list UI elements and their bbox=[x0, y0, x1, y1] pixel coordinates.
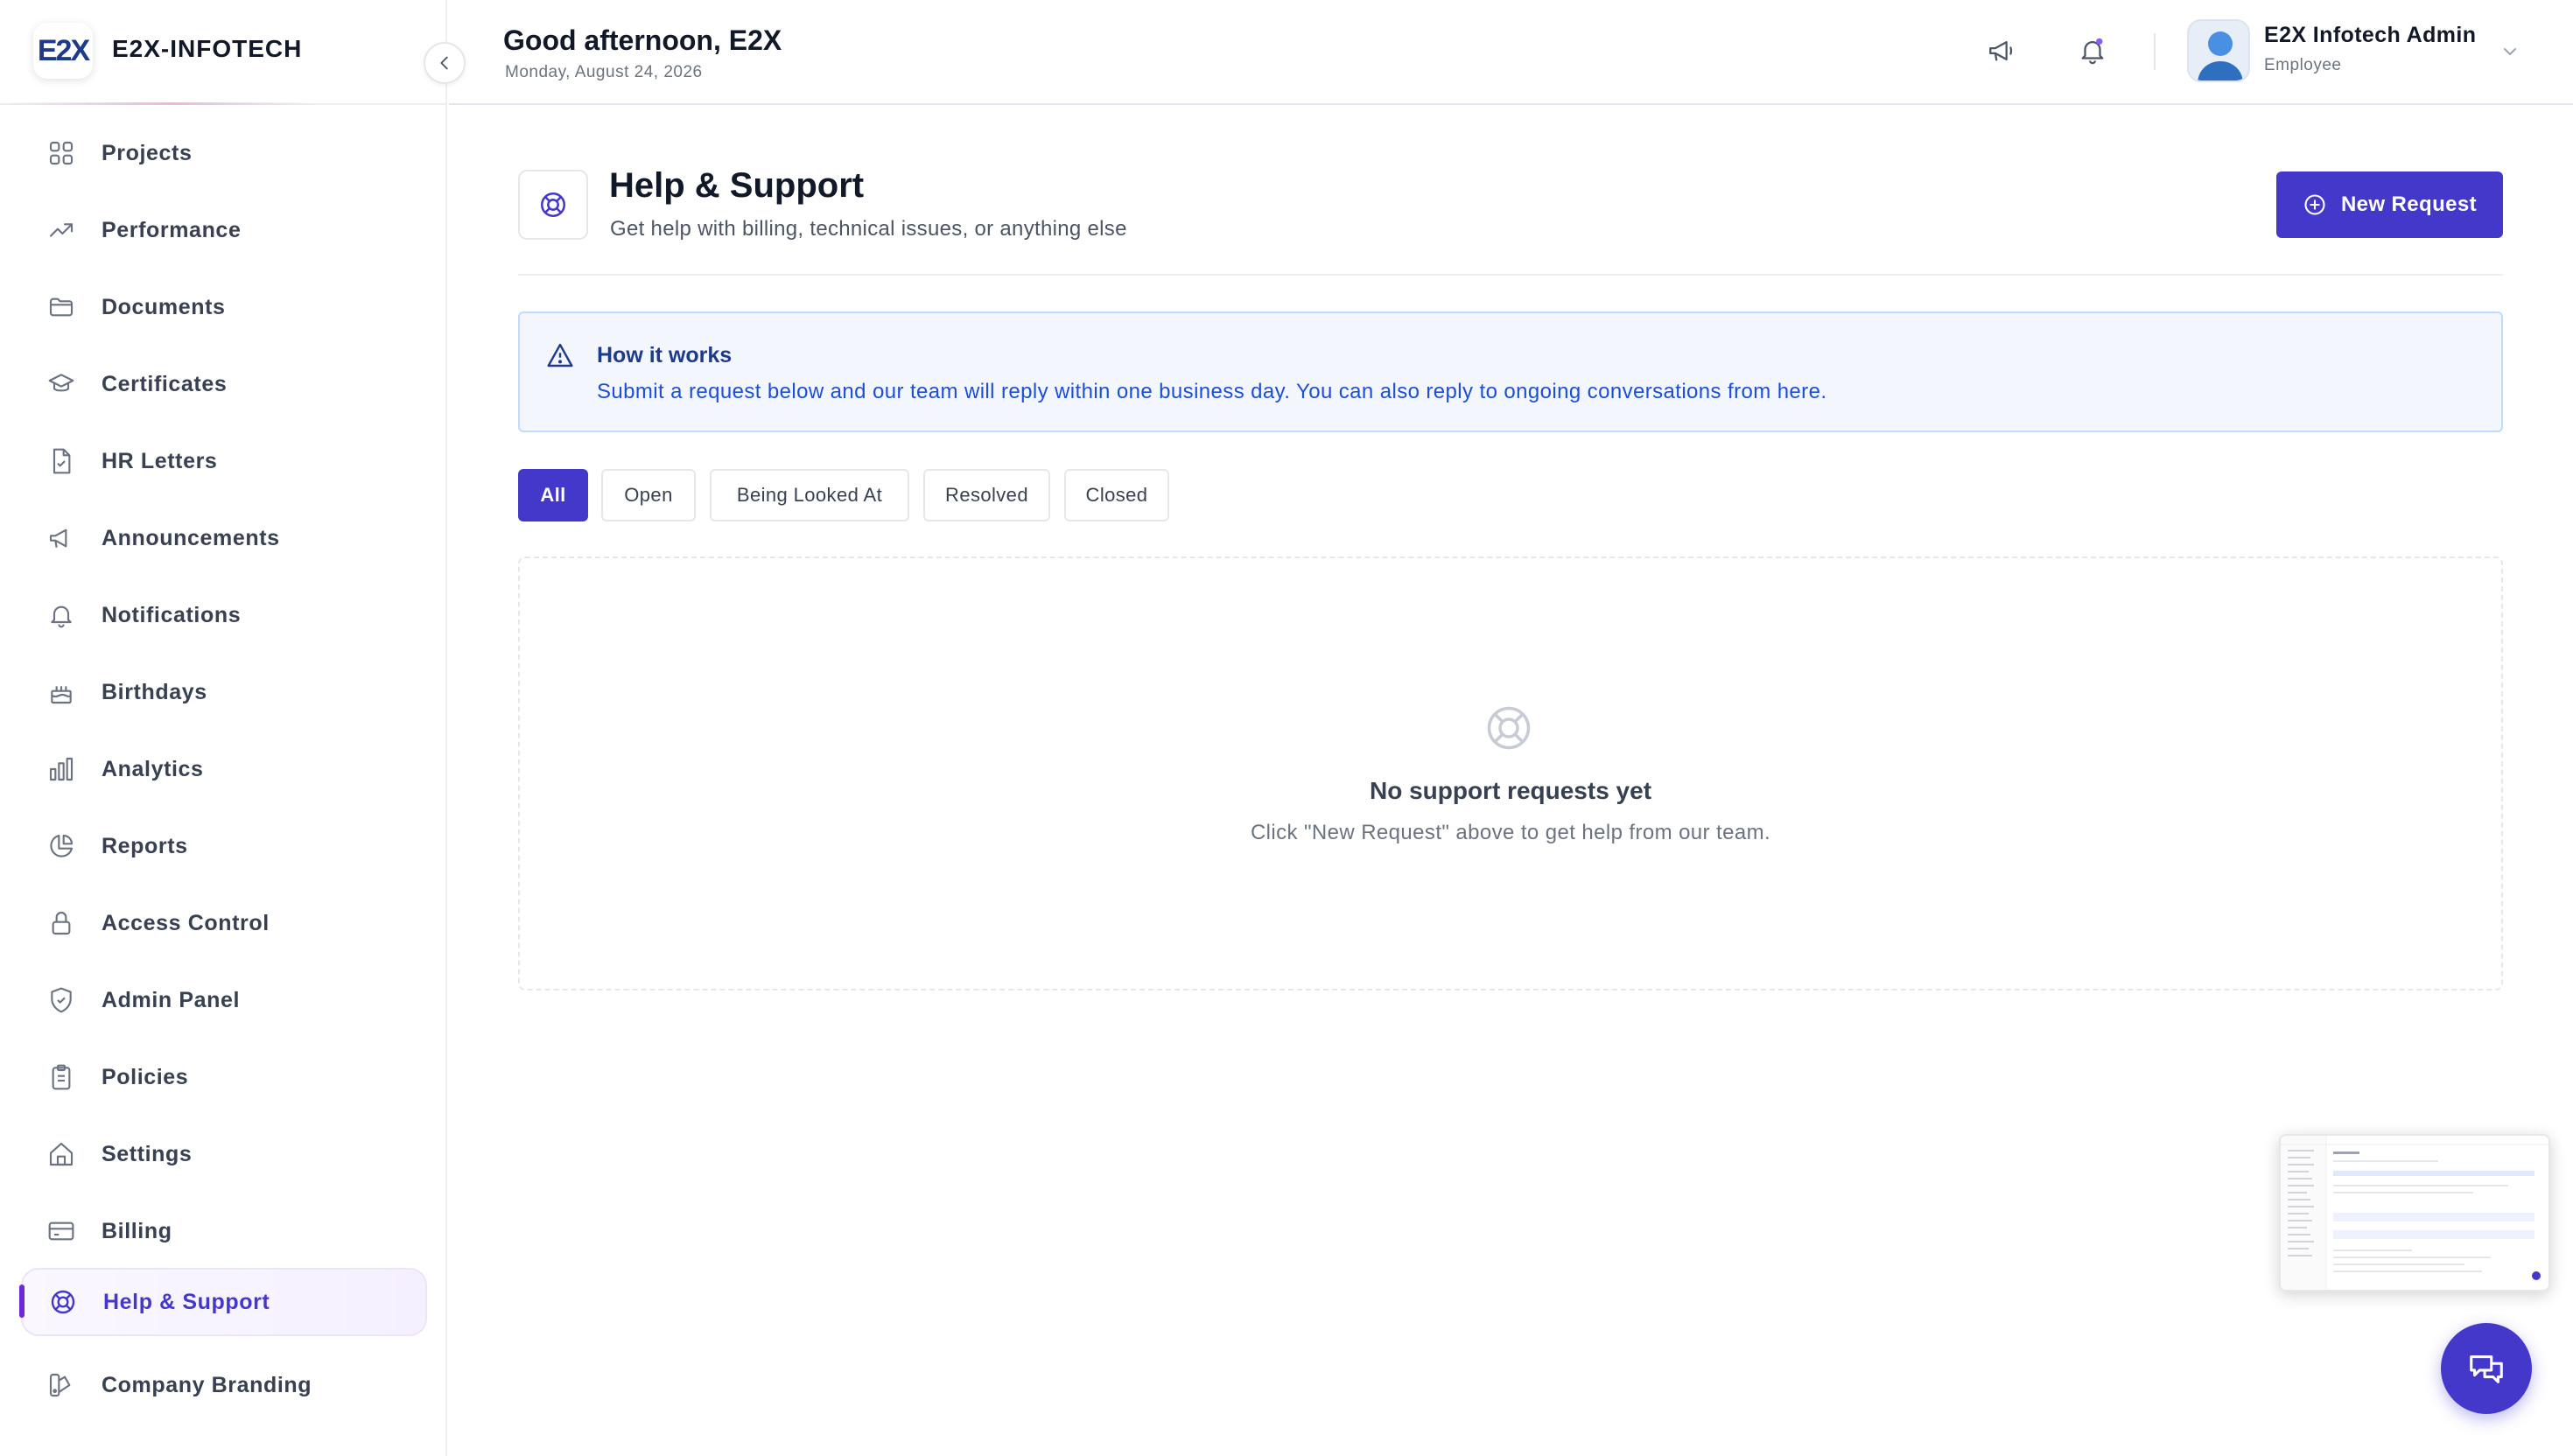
requests-empty-state: No support requests yet Click "New Reque… bbox=[518, 556, 2503, 990]
sidebar-item-label: Admin Panel bbox=[102, 987, 241, 1012]
tab-all[interactable]: All bbox=[518, 469, 588, 522]
active-nav-indicator bbox=[19, 1284, 25, 1318]
sidebar-item-notifications[interactable]: Notifications bbox=[21, 581, 427, 649]
sidebar-item-projects[interactable]: Projects bbox=[21, 119, 427, 187]
sidebar-item-company-branding[interactable]: Company Branding bbox=[21, 1351, 427, 1419]
sidebar-item-label: Reports bbox=[102, 833, 188, 858]
sidebar-item-settings[interactable]: Settings bbox=[21, 1120, 427, 1188]
sidebar-item-label: Analytics bbox=[102, 756, 204, 781]
sidebar-item-label: Performance bbox=[102, 217, 242, 242]
sidebar-item-label: Company Branding bbox=[102, 1372, 312, 1397]
company-logo[interactable]: E2X bbox=[33, 23, 93, 79]
avatar[interactable] bbox=[2187, 19, 2250, 82]
chevron-down-icon bbox=[2504, 48, 2516, 55]
sidebar-item-label: Policies bbox=[102, 1064, 189, 1089]
user-role: Employee bbox=[2264, 56, 2342, 74]
header-divider bbox=[2154, 33, 2156, 70]
bar-chart-icon bbox=[44, 752, 79, 787]
lock-icon bbox=[44, 906, 79, 941]
page-icon bbox=[518, 170, 588, 240]
life-buoy-icon bbox=[540, 192, 566, 218]
greeting: Good afternoon, E2X bbox=[503, 24, 782, 56]
chevron-left-icon bbox=[440, 56, 448, 70]
brand-header: E2X E2X-INFOTECH bbox=[0, 0, 447, 105]
top-header: Good afternoon, E2X Monday, August 24, 2… bbox=[449, 0, 2573, 105]
tab-closed[interactable]: Closed bbox=[1064, 469, 1169, 522]
tab-resolved[interactable]: Resolved bbox=[923, 469, 1050, 522]
user-menu-toggle[interactable] bbox=[2497, 38, 2523, 65]
chat-support-button[interactable] bbox=[2441, 1323, 2532, 1414]
banner-text: Submit a request below and our team will… bbox=[597, 380, 1827, 403]
sidebar-item-label: Certificates bbox=[102, 371, 228, 396]
bell-icon bbox=[2081, 38, 2104, 65]
sidebar-item-reports[interactable]: Reports bbox=[21, 812, 427, 880]
logo-text: E2X bbox=[37, 33, 90, 67]
new-request-button[interactable]: New Request bbox=[2276, 172, 2503, 238]
shield-check-icon bbox=[44, 983, 79, 1018]
user-avatar-icon bbox=[2198, 32, 2243, 80]
brand-divider bbox=[0, 102, 315, 105]
sidebar-item-certificates[interactable]: Certificates bbox=[21, 350, 427, 418]
sidebar-item-analytics[interactable]: Analytics bbox=[21, 735, 427, 803]
how-it-works-banner: How it works Submit a request below and … bbox=[518, 312, 2503, 432]
company-name: E2X-INFOTECH bbox=[112, 35, 303, 62]
thumbnail-image bbox=[2281, 1136, 2548, 1290]
tab-open[interactable]: Open bbox=[601, 469, 696, 522]
sidebar-item-policies[interactable]: Policies bbox=[21, 1043, 427, 1111]
clipboard-icon bbox=[44, 1060, 79, 1095]
current-date: Monday, August 24, 2026 bbox=[505, 63, 703, 81]
sidebar-item-help-support[interactable]: Help & Support bbox=[21, 1268, 427, 1336]
sidebar-item-announcements[interactable]: Announcements bbox=[21, 504, 427, 572]
sidebar-item-birthdays[interactable]: Birthdays bbox=[21, 658, 427, 726]
screenshot-preview-thumbnail[interactable] bbox=[2279, 1134, 2550, 1292]
sidebar-item-label: Documents bbox=[102, 294, 226, 319]
cake-icon bbox=[44, 675, 79, 710]
palette-icon bbox=[44, 1368, 79, 1403]
sidebar-item-label: Projects bbox=[102, 140, 193, 165]
announcements-button[interactable] bbox=[1981, 30, 2023, 72]
sidebar-item-hr-letters[interactable]: HR Letters bbox=[21, 427, 427, 495]
new-request-label: New Request bbox=[2340, 192, 2478, 216]
chat-bubbles-icon bbox=[2470, 1355, 2503, 1383]
user-name[interactable]: E2X Infotech Admin bbox=[2264, 23, 2476, 48]
trending-up-icon bbox=[44, 213, 79, 248]
sidebar-item-label: HR Letters bbox=[102, 448, 218, 473]
sidebar-item-documents[interactable]: Documents bbox=[21, 273, 427, 341]
empty-text: Click "New Request" above to get help fr… bbox=[1250, 821, 1771, 844]
page-header-divider bbox=[518, 274, 2503, 276]
credit-card-icon bbox=[44, 1214, 79, 1249]
banner-title: How it works bbox=[597, 343, 733, 368]
empty-title: No support requests yet bbox=[1369, 777, 1652, 804]
sidebar-item-label: Settings bbox=[102, 1141, 193, 1166]
sidebar: E2X E2X-INFOTECH Projects Performance Do… bbox=[0, 0, 447, 1456]
sidebar-item-label: Help & Support bbox=[103, 1289, 270, 1314]
megaphone-icon bbox=[1989, 40, 2013, 61]
warning-triangle-icon bbox=[547, 343, 573, 368]
folder-icon bbox=[44, 290, 79, 325]
megaphone-icon bbox=[44, 521, 79, 556]
sidebar-item-admin-panel[interactable]: Admin Panel bbox=[21, 966, 427, 1034]
pie-chart-icon bbox=[44, 829, 79, 864]
bell-icon bbox=[44, 598, 79, 633]
page-title: Help & Support bbox=[609, 166, 865, 205]
tab-being-looked-at[interactable]: Being Looked At bbox=[710, 469, 909, 522]
sidebar-item-label: Notifications bbox=[102, 602, 242, 627]
life-buoy-icon bbox=[1487, 706, 1531, 750]
notifications-button[interactable] bbox=[2072, 30, 2114, 72]
sidebar-item-label: Birthdays bbox=[102, 679, 207, 704]
grid-icon bbox=[44, 136, 79, 171]
sidebar-item-performance[interactable]: Performance bbox=[21, 196, 427, 264]
sidebar-item-label: Access Control bbox=[102, 910, 270, 935]
page-subtitle: Get help with billing, technical issues,… bbox=[610, 217, 1127, 241]
sidebar-item-label: Billing bbox=[102, 1218, 172, 1243]
collapse-sidebar-button[interactable] bbox=[424, 42, 466, 84]
file-check-icon bbox=[44, 444, 79, 479]
plus-circle-icon bbox=[2303, 192, 2327, 217]
sidebar-item-label: Announcements bbox=[102, 525, 280, 550]
sidebar-item-billing[interactable]: Billing bbox=[21, 1197, 427, 1265]
graduation-cap-icon bbox=[44, 367, 79, 402]
life-buoy-icon bbox=[46, 1284, 81, 1320]
sidebar-item-access-control[interactable]: Access Control bbox=[21, 889, 427, 957]
home-icon bbox=[44, 1137, 79, 1172]
